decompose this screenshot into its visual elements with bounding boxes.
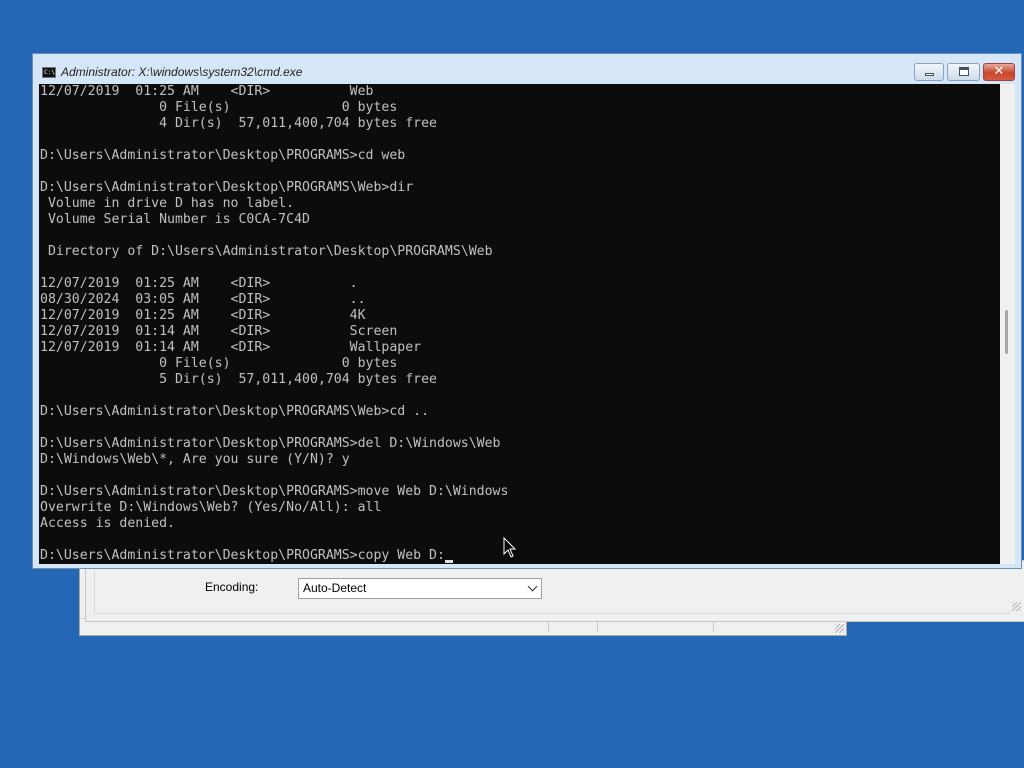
console-line: 0 File(s) 0 bytes <box>40 356 398 371</box>
minimize-button[interactable] <box>914 63 944 81</box>
scrollbar-thumb[interactable] <box>1005 310 1008 354</box>
console-line: 0 File(s) 0 bytes <box>40 100 398 115</box>
encoding-label: Encoding: <box>205 580 259 594</box>
text-cursor <box>444 560 453 563</box>
mouse-pointer-icon <box>503 537 517 558</box>
console-line: 4 Dir(s) 57,011,400,704 bytes free <box>40 116 437 131</box>
minimize-icon <box>925 73 934 76</box>
console-line: 12/07/2019 01:14 AM <DIR> Screen <box>40 324 398 339</box>
console-line: 08/30/2024 03:05 AM <DIR> .. <box>40 292 366 307</box>
console-line: D:\Users\Administrator\Desktop\PROGRAMS\… <box>40 180 414 195</box>
status-separator <box>713 621 714 632</box>
console-output[interactable]: 12/07/2019 01:25 AM <DIR> Web 0 File(s) … <box>39 84 1000 564</box>
encoding-dropdown[interactable]: Auto-Detect <box>298 578 542 599</box>
console-line: D:\Windows\Web\*, Are you sure (Y/N)? y <box>40 452 350 467</box>
vertical-scrollbar[interactable] <box>1000 84 1015 564</box>
console-line: Access is denied. <box>40 516 175 531</box>
status-separator <box>548 621 549 632</box>
console-line: 12/07/2019 01:25 AM <DIR> Web <box>40 84 374 99</box>
resize-grip-icon[interactable] <box>1012 602 1021 611</box>
console-line: D:\Users\Administrator\Desktop\PROGRAMS\… <box>40 404 430 419</box>
console-text: 12/07/2019 01:25 AM <DIR> Web 0 File(s) … <box>39 84 1000 564</box>
console-line: D:\Users\Administrator\Desktop\PROGRAMS>… <box>40 436 501 451</box>
console-line: D:\Users\Administrator\Desktop\PROGRAMS>… <box>40 148 406 163</box>
close-icon: ✕ <box>993 64 1005 79</box>
console-line: D:\Users\Administrator\Desktop\PROGRAMS>… <box>40 548 1000 564</box>
console-line: Volume Serial Number is C0CA-7C4D <box>40 212 310 227</box>
status-separator <box>597 621 598 632</box>
maximize-button[interactable] <box>947 63 980 81</box>
encoding-value: Auto-Detect <box>303 581 367 595</box>
cmd-app-icon[interactable]: C:\ <box>42 67 56 78</box>
resize-grip-icon[interactable] <box>835 624 844 633</box>
close-button[interactable]: ✕ <box>983 63 1015 81</box>
console-line: Volume in drive D has no label. <box>40 196 295 211</box>
window-title: Administrator: X:\windows\system32\cmd.e… <box>61 65 303 79</box>
title-bar[interactable]: C:\ Administrator: X:\windows\system32\c… <box>33 54 1021 84</box>
chevron-down-icon <box>527 581 538 592</box>
console-line: 5 Dir(s) 57,011,400,704 bytes free <box>40 372 437 387</box>
console-line: D:\Users\Administrator\Desktop\PROGRAMS>… <box>40 484 509 499</box>
console-line: 12/07/2019 01:14 AM <DIR> Wallpaper <box>40 340 422 355</box>
background-file-dialog[interactable]: Encoding: Auto-Detect <box>85 560 1024 622</box>
console-line: 12/07/2019 01:25 AM <DIR> 4K <box>40 308 366 323</box>
console-line: Directory of D:\Users\Administrator\Desk… <box>40 244 493 259</box>
console-line: Overwrite D:\Windows\Web? (Yes/No/All): … <box>40 500 382 515</box>
maximize-icon <box>959 67 969 76</box>
cmd-window[interactable]: C:\ Administrator: X:\windows\system32\c… <box>32 53 1022 569</box>
console-line: 12/07/2019 01:25 AM <DIR> . <box>40 276 358 291</box>
